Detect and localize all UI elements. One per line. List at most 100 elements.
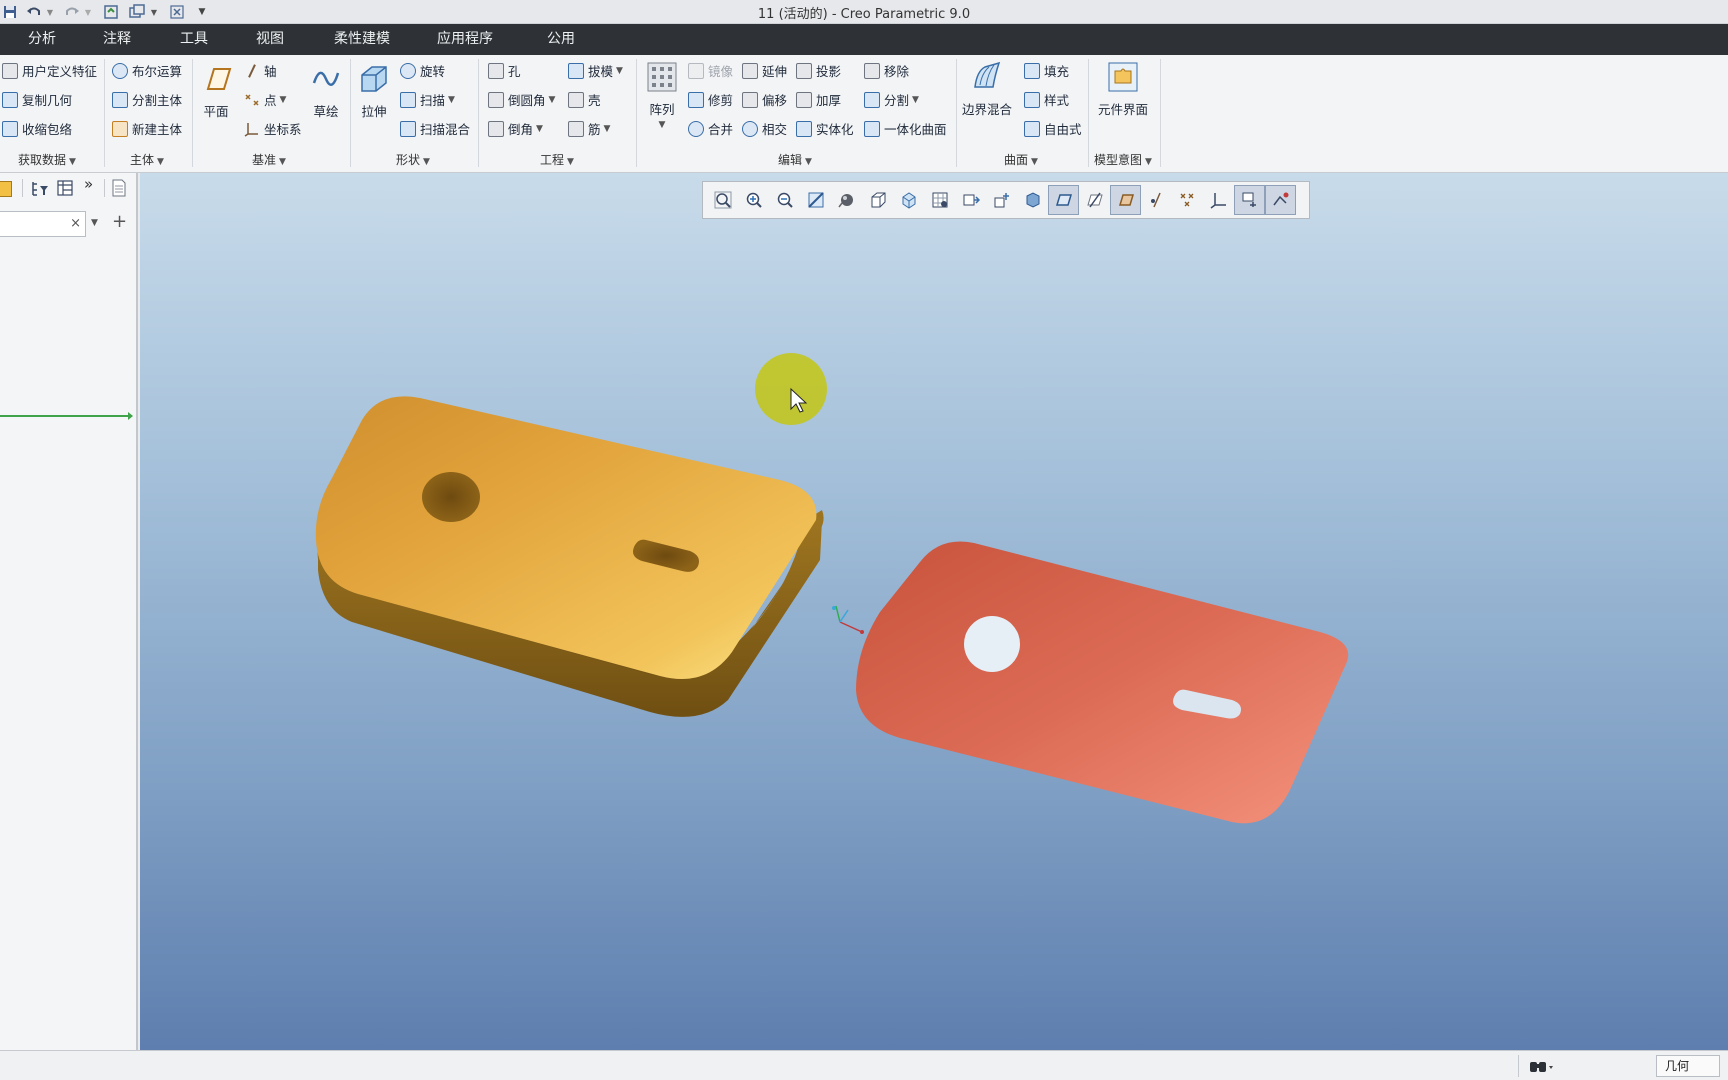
mirror-button[interactable]: 镜像 [688, 61, 733, 80]
solidify-button[interactable]: 实体化 [796, 119, 854, 138]
round-button[interactable]: 倒圆角 ▼ [488, 90, 555, 109]
hole-button[interactable]: 孔 [488, 61, 521, 80]
unify-surface-icon [864, 120, 880, 137]
round-hole[interactable] [422, 472, 480, 522]
trim-button[interactable]: 修剪 [688, 90, 733, 109]
plane-button[interactable]: 平面 [200, 63, 232, 120]
coordinate-triad [832, 605, 864, 634]
group-engineering[interactable]: 工程 ▼ [540, 151, 574, 168]
unify-surface-button[interactable]: 一体化曲面 [864, 119, 947, 138]
axis-tag-display-icon[interactable] [1141, 185, 1172, 215]
plane-icon [200, 63, 232, 95]
group-get-data[interactable]: 获取数据 ▼ [18, 151, 76, 168]
display-style-icon[interactable] [831, 185, 862, 215]
point-display-icon[interactable] [1172, 185, 1203, 215]
annotation-toggle-icon[interactable] [1265, 185, 1296, 215]
split-button[interactable]: 分割 ▼ [864, 90, 919, 109]
boolean-operations-button[interactable]: 布尔运算 [112, 61, 182, 80]
more-options-icon[interactable]: » [84, 175, 93, 193]
rib-button[interactable]: 筋 ▼ [568, 119, 610, 138]
remove-button[interactable]: 移除 [864, 61, 909, 80]
swept-blend-button[interactable]: 扫描混合 [400, 119, 470, 138]
component-interface-button[interactable]: 元件界面 [1098, 61, 1148, 118]
intersect-button[interactable]: 相交 [742, 119, 787, 138]
refit-icon[interactable] [707, 185, 738, 215]
tab-applications[interactable]: 应用程序 [431, 24, 499, 55]
freestyle-button[interactable]: 自由式 [1024, 119, 1082, 138]
point-button[interactable]: 点 ▼ [244, 90, 286, 109]
search-input[interactable]: × [0, 211, 86, 237]
fill-button[interactable]: 填充 [1024, 61, 1069, 80]
coordinate-system-button[interactable]: 坐标系 [244, 119, 302, 138]
perspective-view-icon[interactable] [924, 185, 955, 215]
ribbon-tabs: 分析 注释 工具 视图 柔性建模 应用程序 公用 [0, 24, 1728, 55]
group-model-intent[interactable]: 模型意图 ▼ [1094, 151, 1152, 168]
shell-button[interactable]: 壳 [568, 90, 601, 109]
solidify-icon [796, 120, 812, 137]
plane-display-icon[interactable] [1048, 185, 1079, 215]
group-surfaces[interactable]: 曲面 ▼ [1004, 151, 1038, 168]
offset-button[interactable]: 偏移 [742, 90, 787, 109]
tab-common[interactable]: 公用 [541, 24, 581, 55]
split-body-button[interactable]: 分割主体 [112, 90, 182, 109]
extend-button[interactable]: 延伸 [742, 61, 787, 80]
view-manager-icon[interactable] [893, 185, 924, 215]
spin-center-icon[interactable] [955, 185, 986, 215]
revolve-button[interactable]: 旋转 [400, 61, 445, 80]
tab-tools[interactable]: 工具 [174, 24, 214, 55]
add-icon[interactable]: + [112, 211, 127, 233]
model-canvas[interactable] [140, 173, 1728, 1050]
csys-icon [244, 121, 260, 137]
annotation-display-icon[interactable] [986, 185, 1017, 215]
zoom-in-icon[interactable] [738, 185, 769, 215]
style-button[interactable]: 样式 [1024, 90, 1069, 109]
selection-filter[interactable]: 几何 [1656, 1055, 1720, 1077]
sketch-button[interactable]: 草绘 [310, 63, 342, 120]
graphics-window[interactable] [140, 173, 1728, 1050]
tree-insert-indicator[interactable] [0, 415, 132, 417]
user-defined-feature-button[interactable]: 用户定义特征 [2, 61, 97, 80]
zoom-out-icon[interactable] [769, 185, 800, 215]
intersect-icon [742, 120, 758, 137]
plate-surface[interactable] [856, 541, 1349, 824]
find-button[interactable] [1518, 1055, 1562, 1077]
chamfer-button[interactable]: 倒角 ▼ [488, 119, 543, 138]
group-editing[interactable]: 编辑 ▼ [778, 151, 812, 168]
project-button[interactable]: 投影 [796, 61, 841, 80]
spin-center-display-icon[interactable] [1234, 185, 1265, 215]
group-shapes[interactable]: 形状 ▼ [396, 151, 430, 168]
saved-orientations-icon[interactable] [862, 185, 893, 215]
layer-icon[interactable] [0, 181, 12, 197]
tree-columns-icon[interactable] [56, 179, 74, 197]
csys-display-icon[interactable] [1203, 185, 1234, 215]
tab-flexible-modeling[interactable]: 柔性建模 [328, 24, 396, 55]
plane-tag-display-icon[interactable] [1110, 185, 1141, 215]
axis-display-icon[interactable] [1079, 185, 1110, 215]
plate-round-hole[interactable] [964, 616, 1020, 672]
axis-button[interactable]: 轴 [244, 61, 277, 80]
draft-button[interactable]: 拔模 ▼ [568, 61, 623, 80]
block-top-face[interactable] [315, 396, 817, 679]
pattern-button[interactable]: 阵列 ▼ [646, 61, 678, 130]
tab-annotate[interactable]: 注释 [97, 24, 137, 55]
document-icon[interactable] [110, 179, 128, 197]
tab-analysis[interactable]: 分析 [22, 24, 62, 55]
boundary-blend-button[interactable]: 边界混合 [962, 61, 1012, 118]
merge-button[interactable]: 合并 [688, 119, 733, 138]
search-dropdown-icon[interactable]: ▼ [91, 218, 98, 228]
new-body-button[interactable]: 新建主体 [112, 119, 182, 138]
thicken-button[interactable]: 加厚 [796, 90, 841, 109]
group-datum[interactable]: 基准 ▼ [252, 151, 286, 168]
extrude-button[interactable]: 拉伸 [358, 63, 390, 120]
clear-search-icon[interactable]: × [70, 216, 81, 231]
toolbar-separator [22, 179, 23, 197]
copy-geometry-button[interactable]: 复制几何 [2, 90, 72, 109]
sweep-button[interactable]: 扫描 ▼ [400, 90, 455, 109]
shrinkwrap-button[interactable]: 收缩包络 [2, 119, 72, 138]
boundary-blend-icon [971, 61, 1003, 93]
tree-filter-icon[interactable] [30, 180, 50, 198]
tab-view[interactable]: 视图 [250, 24, 290, 55]
shading-icon[interactable] [1017, 185, 1048, 215]
repaint-icon[interactable] [800, 185, 831, 215]
group-body[interactable]: 主体 ▼ [130, 151, 164, 168]
